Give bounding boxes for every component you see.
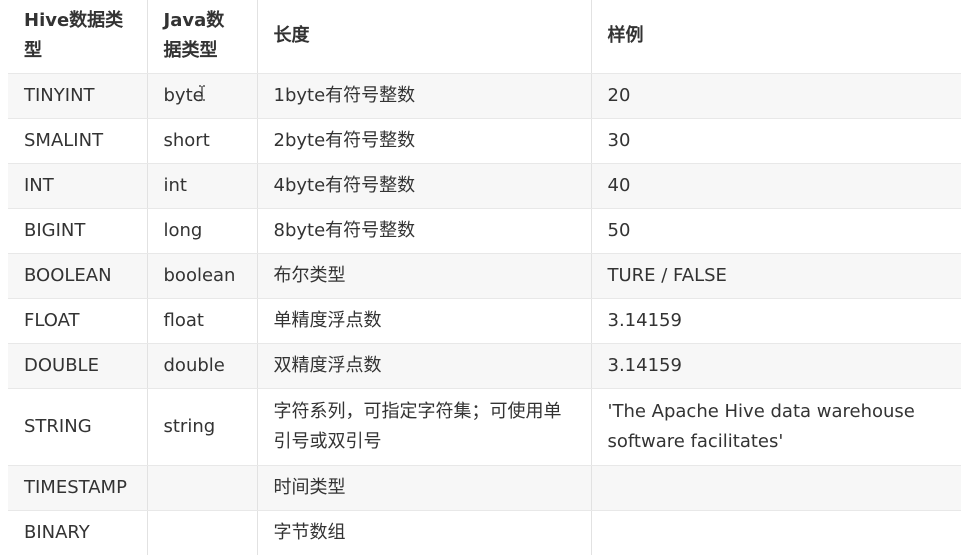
cell-hive-type: BOOLEAN [8,253,148,299]
cell-length: 双精度浮点数 [257,343,592,389]
table-row: TINYINT byte 1byte有符号整数 20 [8,73,961,119]
cell-hive-type: INT [8,163,148,209]
cell-java-type: double [147,343,258,389]
cell-hive-type: TIMESTAMP [8,465,148,511]
cell-java-type: long [147,208,258,254]
cell-hive-type: BINARY [8,510,148,555]
cell-example: 40 [591,163,961,209]
cell-length: 时间类型 [257,465,592,511]
cell-example: TURE / FALSE [591,253,961,299]
text-cursor-icon [199,85,205,101]
cell-example: 50 [591,208,961,254]
cell-hive-type: TINYINT [8,73,148,119]
table-row: BIGINT long 8byte有符号整数 50 [8,208,961,254]
cell-hive-type: STRING [8,388,148,466]
cell-example: 3.14159 [591,298,961,344]
header-example: 样例 [591,0,961,74]
header-java-type: Java数据类型 [147,0,258,74]
table-row: STRING string 字符系列，可指定字符集；可使用单引号或双引号 'Th… [8,388,961,466]
cell-example: 20 [591,73,961,119]
cell-java-type [147,510,258,555]
table-header-row: Hive数据类型 Java数据类型 长度 样例 [8,0,961,74]
table-row: BOOLEAN boolean 布尔类型 TURE / FALSE [8,253,961,299]
table-row: BINARY 字节数组 [8,510,961,555]
cell-length: 8byte有符号整数 [257,208,592,254]
hive-data-types-table: Hive数据类型 Java数据类型 长度 样例 TINYINT byte 1by… [8,0,961,555]
cell-length: 4byte有符号整数 [257,163,592,209]
table-row: TIMESTAMP 时间类型 [8,465,961,511]
cell-example: 30 [591,118,961,164]
header-hive-type: Hive数据类型 [8,0,148,74]
cell-example [591,510,961,555]
cell-length: 布尔类型 [257,253,592,299]
cell-hive-type: BIGINT [8,208,148,254]
cell-example: 'The Apache Hive data warehouse software… [591,388,961,466]
table-row: FLOAT float 单精度浮点数 3.14159 [8,298,961,344]
cell-java-type: boolean [147,253,258,299]
cell-java-type: int [147,163,258,209]
header-length: 长度 [257,0,592,74]
cell-length: 1byte有符号整数 [257,73,592,119]
cell-length: 2byte有符号整数 [257,118,592,164]
cell-java-type [147,465,258,511]
table-row: DOUBLE double 双精度浮点数 3.14159 [8,343,961,389]
cell-hive-type: DOUBLE [8,343,148,389]
cell-hive-type: SMALINT [8,118,148,164]
cell-java-type: string [147,388,258,466]
table-row: SMALINT short 2byte有符号整数 30 [8,118,961,164]
cell-length: 单精度浮点数 [257,298,592,344]
cell-length: 字符系列，可指定字符集；可使用单引号或双引号 [257,388,592,466]
cell-example [591,465,961,511]
cell-length: 字节数组 [257,510,592,555]
cell-java-type: short [147,118,258,164]
table-row: INT int 4byte有符号整数 40 [8,163,961,209]
cell-java-type: float [147,298,258,344]
cell-example: 3.14159 [591,343,961,389]
cell-hive-type: FLOAT [8,298,148,344]
